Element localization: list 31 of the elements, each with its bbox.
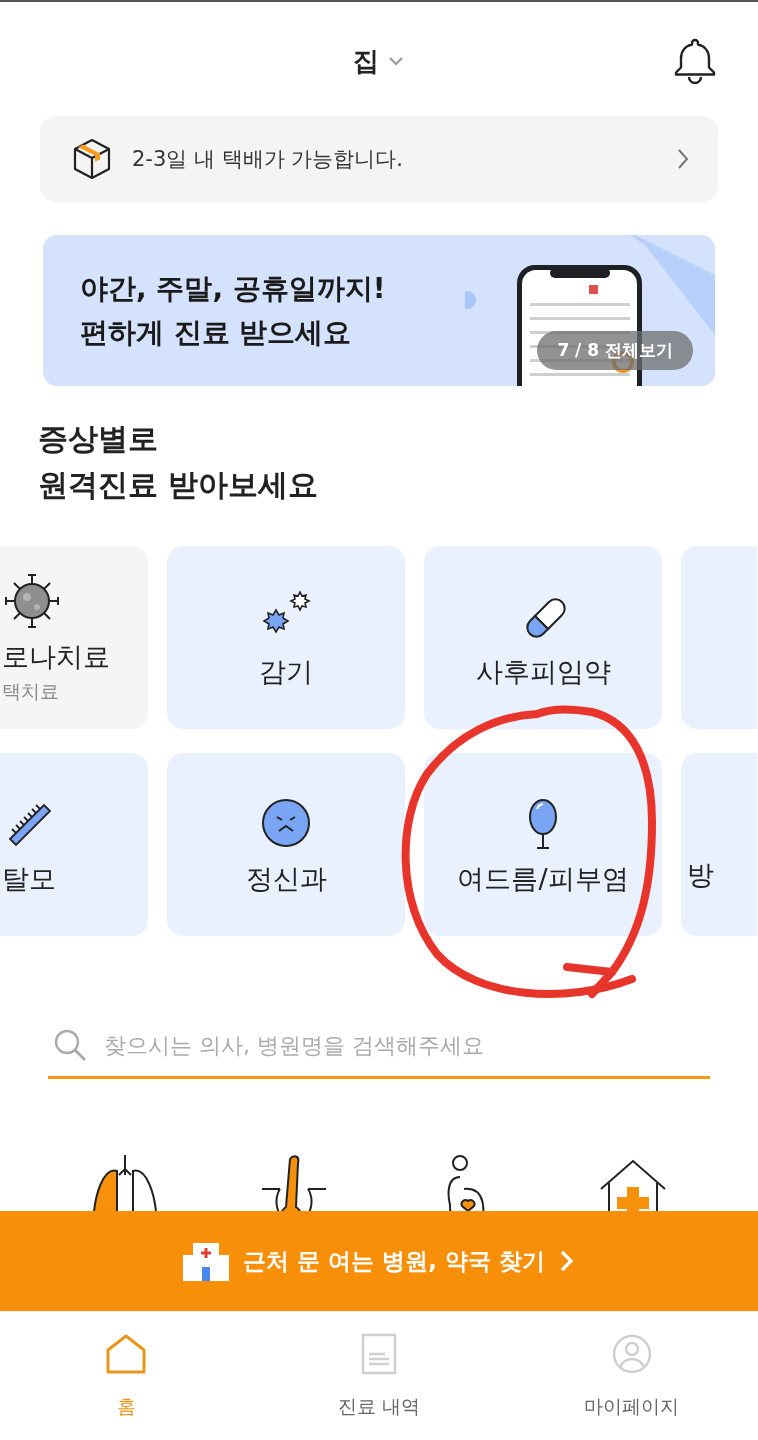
location-selector[interactable]: 집 [353, 43, 405, 79]
symptom-card[interactable]: 사후피임약 [424, 546, 662, 729]
home-icon [104, 1332, 149, 1376]
symptom-label: 로나치료 [2, 639, 110, 674]
symptom-label: 탈모 [2, 861, 56, 896]
symptom-card[interactable]: 정신과 [167, 753, 405, 936]
symptom-card[interactable]: 여드름/피부염 [424, 753, 662, 936]
promo-banner[interactable]: 야간, 주말, 공휴일까지! 편하게 진료 받으세요 7 / 8 전체보기 [43, 235, 715, 386]
nav-tab[interactable]: 진료 내역 [252, 1312, 506, 1440]
notification-bell-icon[interactable] [672, 36, 718, 84]
box-icon [72, 137, 112, 181]
hospital-icon [183, 1241, 230, 1281]
symptom-card[interactable]: 로나치료 택치료 [0, 546, 148, 729]
symptom-card[interactable]: 방 [681, 753, 757, 936]
chevron-down-icon [387, 55, 405, 67]
symptom-label: 사후피임약 [475, 654, 611, 689]
symptom-label: 여드름/피부염 [457, 861, 629, 896]
symptom-card[interactable]: 감기 [167, 546, 405, 729]
symptom-label: 감기 [259, 654, 313, 689]
symptom-card[interactable]: 탈모 [0, 753, 148, 936]
search-field[interactable]: 찾으시는 의사, 병원명을 검색해주세요 [102, 1031, 710, 1059]
symptom-label: 방 [687, 857, 714, 892]
chevron-right-icon [676, 147, 690, 171]
delivery-notice-bar[interactable]: 2-3일 내 택배가 가능합니다. [40, 116, 718, 202]
banner-headline: 야간, 주말, 공휴일까지! 편하게 진료 받으세요 [79, 270, 387, 351]
search-icon [52, 1027, 88, 1063]
symptom-sublabel: 택치료 [2, 678, 59, 704]
nav-tab[interactable]: 마이페이지 [505, 1312, 758, 1440]
symptom-label: 정신과 [245, 861, 327, 896]
section-title: 증상별로 원격진료 받아보세요 [38, 420, 320, 504]
chevron-right-icon [558, 1249, 575, 1273]
